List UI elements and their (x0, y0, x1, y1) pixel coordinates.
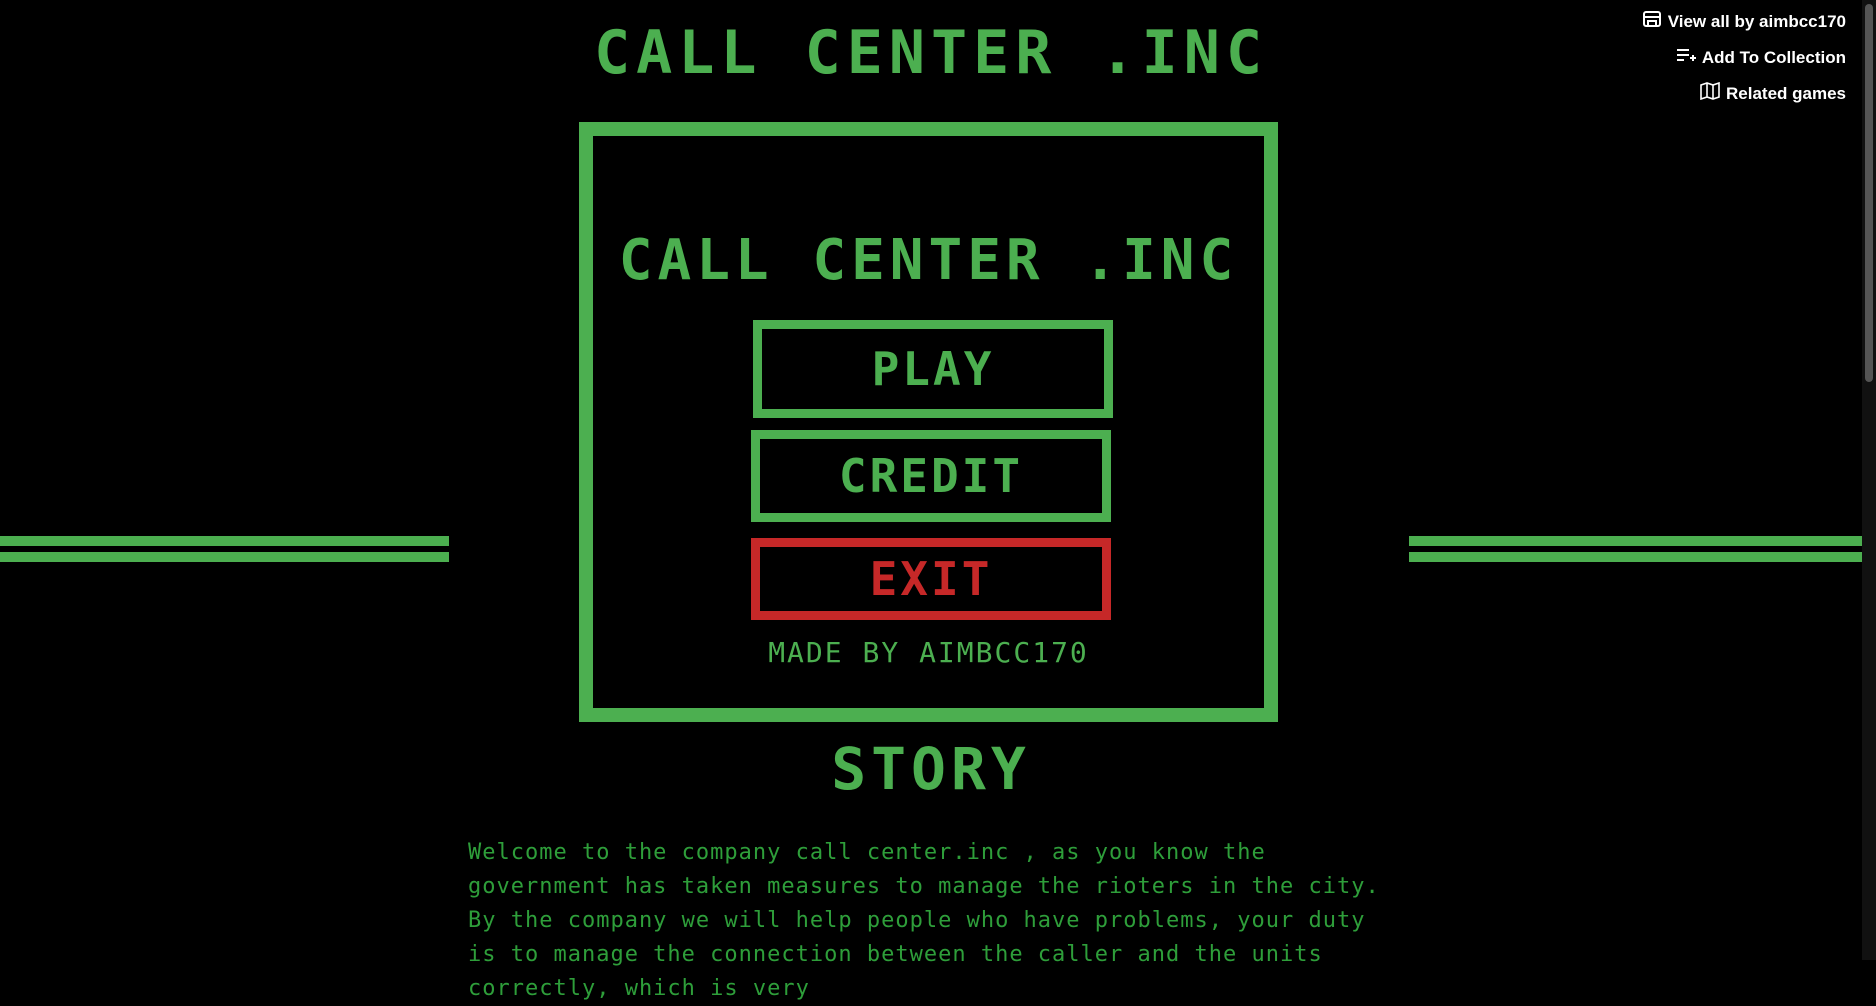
add-list-icon (1676, 46, 1696, 69)
view-all-link[interactable]: View all by aimbcc170 (1642, 10, 1846, 33)
view-all-label: View all by aimbcc170 (1667, 11, 1846, 31)
page-scrollbar[interactable] (1862, 0, 1876, 960)
credit-button[interactable]: CREDIT (751, 430, 1111, 522)
add-to-collection-label: Add To Collection (1701, 47, 1846, 67)
scroll-thumb[interactable] (1865, 4, 1873, 382)
related-games-label: Related games (1726, 83, 1846, 103)
game-canvas[interactable]: CALL CENTER .INC PLAY CREDIT EXIT MADE B… (579, 122, 1278, 722)
top-links: View all by aimbcc170 Add To Collection … (1642, 10, 1846, 105)
made-by-label: MADE BY AIMBCC170 (768, 636, 1089, 669)
page-title: CALL CENTER .INC (594, 18, 1268, 88)
decor-bar-right (1409, 536, 1862, 562)
exit-button[interactable]: EXIT (751, 538, 1111, 620)
map-icon (1700, 81, 1720, 105)
story-text: Welcome to the company call center.inc ,… (468, 840, 1380, 1001)
game-title: CALL CENTER .INC (618, 228, 1239, 293)
decor-bar-left (0, 536, 449, 562)
story-heading: STORY (831, 735, 1031, 803)
play-button[interactable]: PLAY (753, 320, 1113, 418)
add-to-collection-link[interactable]: Add To Collection (1676, 46, 1846, 69)
related-games-link[interactable]: Related games (1700, 81, 1846, 105)
store-icon (1642, 10, 1662, 33)
